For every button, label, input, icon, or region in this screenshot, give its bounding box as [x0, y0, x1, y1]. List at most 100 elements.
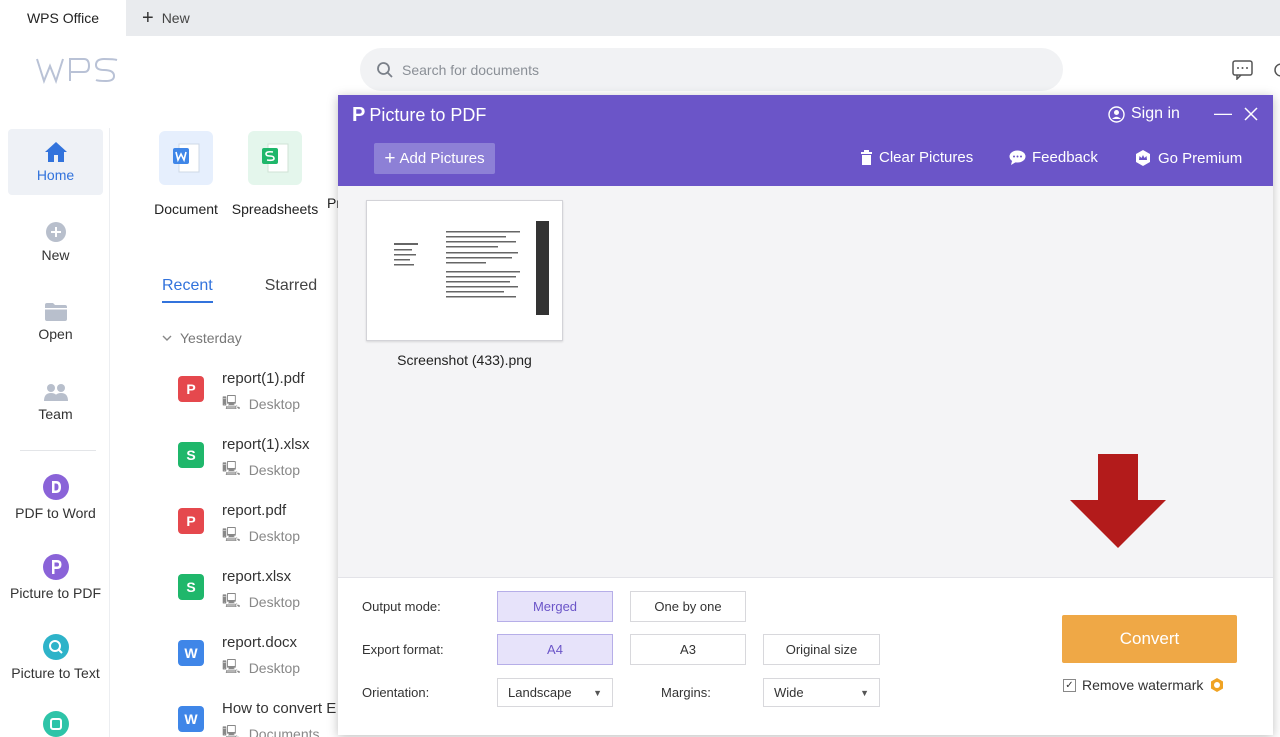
close-icon	[1244, 107, 1258, 121]
rail-label-picture-to-pdf: Picture to PDF	[9, 585, 102, 601]
spreadsheet-icon	[262, 143, 289, 173]
desktop-icon: 🖳	[222, 394, 241, 410]
minimize-button[interactable]: —	[1214, 103, 1232, 124]
xlsx-file-icon: S	[178, 442, 204, 468]
rail-item-pdf-to-word[interactable]: PDF to Word	[3, 464, 108, 530]
orientation-select[interactable]: Landscape ▼	[497, 678, 613, 707]
wps-logo	[36, 56, 120, 89]
convert-button[interactable]: Convert	[1062, 615, 1237, 663]
file-item[interactable]: P report.pdf 🖳 Desktop	[178, 502, 348, 552]
export-format-a4-option[interactable]: A4	[497, 634, 613, 665]
export-format-a3-option[interactable]: A3	[630, 634, 746, 665]
spreadsheets-tile	[248, 131, 302, 185]
rail-item-picture-to-text[interactable]: Picture to Text	[3, 624, 108, 690]
file-name: report.xlsx	[222, 568, 292, 585]
plus-icon: +	[384, 147, 396, 169]
quick-create-document-label: Document	[154, 201, 218, 217]
close-button[interactable]	[1244, 101, 1258, 127]
file-location: 🖳 Desktop	[222, 656, 300, 680]
chevron-down-icon	[162, 335, 172, 341]
file-location: 🖳 Desktop	[222, 524, 300, 548]
remove-watermark-checkbox[interactable]: ✓	[1063, 678, 1076, 692]
go-premium-button[interactable]: Go Premium	[1134, 149, 1242, 167]
dialog-title: P Picture to PDF	[352, 104, 486, 127]
output-mode-label: Output mode:	[362, 599, 441, 614]
rail-item-more-tool[interactable]	[8, 704, 103, 737]
picture-to-pdf-icon	[42, 554, 69, 580]
desktop-icon: 🖳	[222, 724, 241, 737]
desktop-icon: 🖳	[222, 658, 241, 674]
file-location-label: Desktop	[248, 396, 301, 412]
new-tab-button[interactable]: + New	[142, 0, 190, 36]
output-mode-one-by-one-option[interactable]: One by one	[630, 591, 746, 622]
team-icon	[43, 384, 68, 401]
group-header-yesterday[interactable]: Yesterday	[162, 330, 242, 346]
search-bar[interactable]	[360, 48, 1063, 91]
word-doc-icon	[173, 143, 200, 173]
margins-value: Wide	[774, 685, 804, 700]
document-tile	[159, 131, 213, 185]
tab-label: WPS Office	[26, 10, 100, 26]
rail-item-picture-to-pdf[interactable]: Picture to PDF	[3, 544, 108, 610]
tool-icon	[42, 711, 69, 737]
rail-item-home[interactable]: Home	[8, 129, 103, 195]
dialog-header: P Picture to PDF Sign in — + Add Picture…	[338, 95, 1273, 186]
file-item[interactable]: W report.docx 🖳 Desktop	[178, 634, 348, 684]
file-location: 🖳 Desktop	[222, 458, 300, 482]
pdf-file-icon: P	[178, 508, 204, 534]
folder-icon	[44, 303, 67, 321]
sign-in-button[interactable]: Sign in	[1108, 105, 1180, 123]
picture-thumbnail[interactable]	[366, 200, 563, 341]
feedback-button[interactable]: Feedback	[1009, 149, 1098, 166]
picture-file-name: Screenshot (433).png	[397, 352, 532, 368]
tab-recent[interactable]: Recent	[162, 277, 213, 303]
remove-watermark-label: Remove watermark	[1082, 677, 1204, 693]
add-pictures-button[interactable]: + Add Pictures	[374, 143, 495, 174]
search-input[interactable]	[402, 61, 1002, 78]
file-location-label: Desktop	[248, 594, 301, 610]
file-item[interactable]: P report(1).pdf 🖳 Desktop	[178, 370, 348, 420]
rail-item-team[interactable]: Team	[8, 369, 103, 435]
arrow-down-icon	[1070, 454, 1166, 548]
dropdown-caret-icon: ▼	[593, 687, 602, 698]
rail-label-new: New	[41, 247, 70, 263]
plus-circle-icon	[45, 222, 66, 242]
file-location: 🖳 Desktop	[222, 590, 300, 614]
file-item[interactable]: W How to convert E 🖳 Documents	[178, 700, 348, 737]
recent-starred-tabs: Recent Starred	[162, 277, 317, 303]
docx-file-icon: W	[178, 640, 204, 666]
export-format-original-size-option[interactable]: Original size	[763, 634, 880, 665]
wps-logo-mark	[36, 57, 118, 84]
rail-item-open[interactable]: Open	[8, 289, 103, 355]
file-item[interactable]: S report.xlsx 🖳 Desktop	[178, 568, 348, 618]
feedback-label: Feedback	[1032, 149, 1098, 166]
file-location: 🖳 Desktop	[222, 392, 300, 416]
orientation-label: Orientation:	[362, 685, 430, 700]
export-format-label: Export format:	[362, 642, 444, 657]
output-mode-merged-option[interactable]: Merged	[497, 591, 613, 622]
pdf-file-icon: P	[178, 376, 204, 402]
clear-pictures-button[interactable]: Clear Pictures	[860, 149, 973, 166]
remove-watermark-toggle[interactable]: ✓ Remove watermark	[1063, 677, 1225, 693]
quick-create-document[interactable]: Document	[141, 131, 231, 217]
tab-starred[interactable]: Starred	[265, 277, 317, 303]
file-item[interactable]: S report(1).xlsx 🖳 Desktop	[178, 436, 348, 486]
picture-to-text-icon	[42, 634, 69, 660]
options-panel: Output mode: Merged One by one Export fo…	[338, 577, 1273, 735]
settings-icon[interactable]	[1272, 60, 1280, 85]
docx-file-icon: W	[178, 706, 204, 732]
message-icon[interactable]	[1232, 60, 1254, 85]
premium-badge-icon	[1211, 678, 1224, 692]
group-label: Yesterday	[180, 330, 242, 346]
picture-to-pdf-logo-icon: P	[352, 104, 366, 126]
rail-item-new[interactable]: New	[8, 209, 103, 275]
file-location-label: Desktop	[248, 462, 301, 478]
quick-create-spreadsheets[interactable]: Spreadsheets	[230, 131, 320, 217]
premium-crown-icon	[1136, 150, 1150, 166]
desktop-icon: 🖳	[222, 592, 241, 608]
tab-wps-office[interactable]: WPS Office	[0, 0, 126, 36]
margins-select[interactable]: Wide ▼	[763, 678, 880, 707]
quick-create-spreadsheets-label: Spreadsheets	[231, 201, 319, 217]
user-icon	[1108, 105, 1125, 123]
rail-label-open: Open	[38, 326, 73, 342]
